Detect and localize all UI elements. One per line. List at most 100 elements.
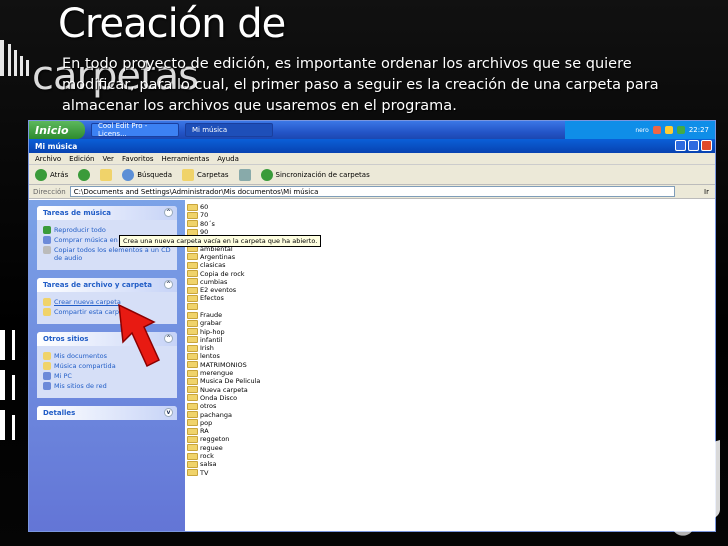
folder-item[interactable]: 60 xyxy=(187,203,260,211)
folders-button[interactable]: Carpetas xyxy=(182,168,229,181)
file-list: 607080´s90albunesambientalArgentinasclas… xyxy=(185,200,715,531)
collapse-icon[interactable]: ^ xyxy=(164,208,173,217)
folder-icon xyxy=(187,386,198,394)
folders-icon xyxy=(182,168,195,181)
folder-item[interactable]: cumbias xyxy=(187,278,260,286)
folder-icon xyxy=(187,469,198,477)
taskbar-item-mimusica[interactable]: Mi música xyxy=(185,123,273,137)
folder-label: lentos xyxy=(200,352,220,361)
folder-item[interactable]: 80´s xyxy=(187,220,260,228)
address-value: C:\Documents and Settings\Administrador\… xyxy=(73,187,319,196)
folder-label: infantil xyxy=(200,335,223,344)
menubar: Archivo Edición Ver Favoritos Herramient… xyxy=(29,153,715,165)
maximize-button[interactable] xyxy=(688,140,699,151)
file-tasks-header[interactable]: Tareas de archivo y carpeta ^ xyxy=(37,278,177,292)
folder-label: grabar xyxy=(200,319,222,328)
folder-item[interactable]: Copia de rock xyxy=(187,269,260,278)
folder-item[interactable]: pop xyxy=(187,419,260,427)
back-label: Atrás xyxy=(50,170,69,179)
system-tray: nero 22:27 xyxy=(565,121,715,139)
menu-edicion[interactable]: Edición xyxy=(69,155,94,163)
taskbar-item-cooledit[interactable]: Cool Edit Pro - Licens... xyxy=(91,122,179,138)
folder-icon xyxy=(187,303,198,311)
folder-item[interactable]: clasicas xyxy=(187,261,260,269)
folder-label: 70 xyxy=(200,211,209,220)
folder-item[interactable]: reguee xyxy=(187,444,260,452)
decorative-bars xyxy=(0,40,29,76)
folder-item[interactable]: Fraude xyxy=(187,311,260,319)
folder-item[interactable]: Irish xyxy=(187,344,260,352)
folder-item[interactable]: 70 xyxy=(187,211,260,219)
folder-item[interactable]: pachanga xyxy=(187,410,260,419)
folder-item[interactable]: salsa xyxy=(187,460,260,468)
tray-icon[interactable] xyxy=(652,126,661,134)
folder-label: Efectos xyxy=(200,294,224,303)
menu-ver[interactable]: Ver xyxy=(103,155,114,163)
folder-item[interactable]: infantil xyxy=(187,336,260,344)
folder-icon xyxy=(187,344,198,352)
details-header[interactable]: Detalles v xyxy=(37,406,177,420)
music-tasks-header[interactable]: Tareas de música ^ xyxy=(37,206,177,220)
folder-label: Fraude xyxy=(200,311,223,319)
folder-item[interactable]: Efectos xyxy=(187,294,260,302)
folder-item[interactable]: Onda Disco xyxy=(187,394,260,402)
folder-item[interactable]: E2 eventos xyxy=(187,286,260,294)
folder-item[interactable]: merengue xyxy=(187,369,260,377)
minimize-button[interactable] xyxy=(675,140,686,151)
tray-icon[interactable] xyxy=(664,126,673,134)
sync-button[interactable]: Sincronización de carpetas xyxy=(260,168,370,181)
back-button[interactable]: Atrás xyxy=(35,168,69,181)
folder-icon xyxy=(187,328,198,336)
start-button[interactable]: Inicio xyxy=(29,121,85,139)
folder-item[interactable]: hip-hop xyxy=(187,327,260,336)
folder-item[interactable] xyxy=(187,303,260,311)
folder-label: cumbias xyxy=(200,277,228,286)
folder-label: rock xyxy=(200,452,214,461)
folder-label: pachanga xyxy=(200,410,233,419)
folder-icon xyxy=(187,435,198,443)
folder-item[interactable]: Musica De Pelicula xyxy=(187,377,260,385)
folder-item[interactable]: MATRIMONIOS xyxy=(187,361,260,369)
menu-herramientas[interactable]: Herramientas xyxy=(162,155,210,163)
folder-label: Nueva carpeta xyxy=(200,385,248,394)
folder-icon xyxy=(187,220,198,228)
window-titlebar: Mi música xyxy=(29,139,715,153)
menu-ayuda[interactable]: Ayuda xyxy=(217,155,239,163)
folder-item[interactable]: Nueva carpeta xyxy=(187,386,260,394)
collapse-icon[interactable]: ^ xyxy=(164,334,173,343)
go-button[interactable]: Ir xyxy=(704,188,709,196)
folder-item[interactable]: TV xyxy=(187,469,260,477)
folder-item[interactable]: Argentinas xyxy=(187,253,260,261)
network-places-label: Mis sitios de red xyxy=(54,382,107,390)
up-folder-button[interactable] xyxy=(100,168,113,181)
folder-icon xyxy=(187,336,198,344)
computer-icon xyxy=(43,372,51,380)
address-bar: Dirección C:\Documents and Settings\Admi… xyxy=(29,185,715,199)
search-button[interactable]: Búsqueda xyxy=(122,168,172,181)
folder-icon xyxy=(187,394,198,402)
cd-icon xyxy=(43,246,51,254)
address-input[interactable]: C:\Documents and Settings\Administrador\… xyxy=(69,186,675,197)
views-button[interactable] xyxy=(238,168,251,181)
folder-item[interactable]: reggeton xyxy=(187,435,260,443)
my-pc-link[interactable]: Mi PC xyxy=(43,372,171,380)
folder-icon xyxy=(187,361,198,369)
folder-item[interactable]: lentos xyxy=(187,352,260,360)
menu-archivo[interactable]: Archivo xyxy=(35,155,61,163)
other-places-title: Otros sitios xyxy=(43,335,89,343)
close-button[interactable] xyxy=(701,140,712,151)
folder-item[interactable]: grabar xyxy=(187,319,260,327)
tray-icon[interactable] xyxy=(676,126,685,134)
forward-button[interactable] xyxy=(78,168,91,181)
network-places-link[interactable]: Mis sitios de red xyxy=(43,382,171,390)
expand-icon[interactable]: v xyxy=(164,408,173,417)
folder-icon xyxy=(187,352,198,360)
folder-item[interactable]: rock xyxy=(187,452,260,460)
play-all-link[interactable]: Reproducir todo xyxy=(43,226,171,234)
menu-favoritos[interactable]: Favoritos xyxy=(122,155,154,163)
folder-item[interactable]: otros xyxy=(187,402,260,410)
collapse-icon[interactable]: ^ xyxy=(164,280,173,289)
copy-to-cd-link[interactable]: Copiar todos los elementos a un CD de au… xyxy=(43,246,171,262)
views-icon xyxy=(238,168,251,181)
folder-item[interactable]: RA xyxy=(187,427,260,435)
